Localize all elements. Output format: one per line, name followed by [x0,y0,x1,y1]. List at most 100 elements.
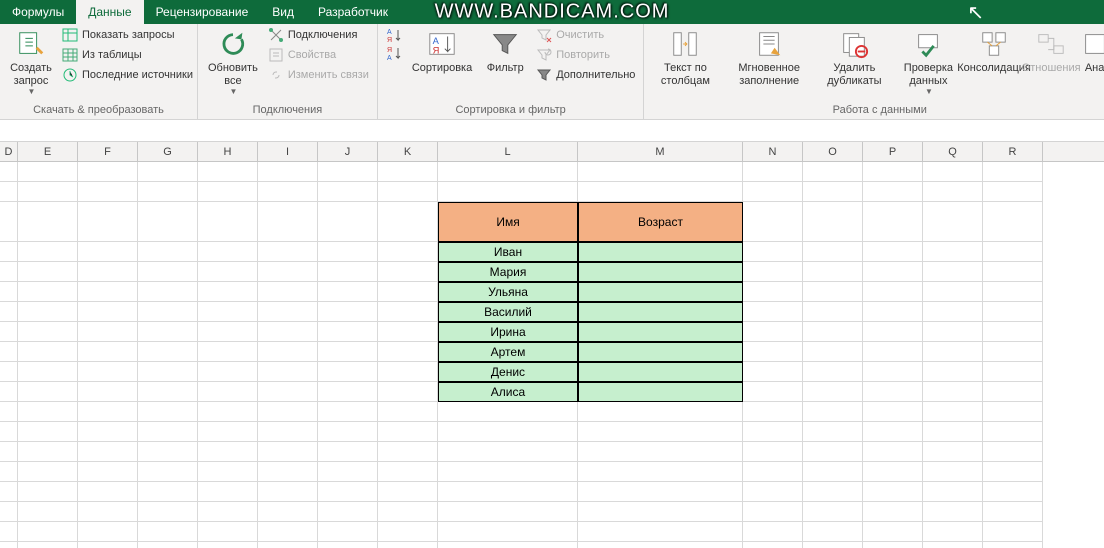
cell[interactable] [743,162,803,182]
cell[interactable] [378,542,438,548]
cell[interactable] [258,542,318,548]
cell[interactable] [18,182,78,202]
cell[interactable] [983,182,1043,202]
cell[interactable] [578,162,743,182]
cell[interactable] [18,282,78,302]
cell[interactable] [378,182,438,202]
cell[interactable] [743,462,803,482]
cell[interactable] [803,162,863,182]
cell[interactable] [0,342,18,362]
cell[interactable] [803,182,863,202]
cell[interactable] [0,302,18,322]
cell[interactable] [438,182,578,202]
cell[interactable] [0,502,18,522]
cell[interactable] [78,202,138,242]
cell[interactable] [743,442,803,462]
cell[interactable] [0,522,18,542]
cell[interactable] [138,322,198,342]
col-header[interactable]: O [803,142,863,161]
remove-duplicates-button[interactable]: Удалить дубликаты [818,26,891,89]
cell[interactable] [803,422,863,442]
cell[interactable] [18,402,78,422]
cell[interactable] [923,502,983,522]
cell[interactable] [743,282,803,302]
reapply-filter-button[interactable]: Повторить [534,46,637,64]
cell[interactable] [198,262,258,282]
cell[interactable] [378,202,438,242]
table-cell-age[interactable] [578,322,743,342]
cell[interactable] [78,402,138,422]
cell[interactable] [318,422,378,442]
cell[interactable] [198,322,258,342]
cell[interactable] [743,402,803,422]
cell[interactable] [743,302,803,322]
recent-sources-button[interactable]: Последние источники [60,66,195,84]
cell[interactable] [803,262,863,282]
cell[interactable] [863,362,923,382]
cell[interactable] [923,202,983,242]
cell[interactable] [198,402,258,422]
cell[interactable] [983,162,1043,182]
cell[interactable] [378,302,438,322]
clear-filter-button[interactable]: Очистить [534,26,637,44]
properties-button[interactable]: Свойства [266,46,371,64]
table-cell-name[interactable]: Иван [438,242,578,262]
cell[interactable] [318,262,378,282]
cell[interactable] [983,282,1043,302]
data-validation-button[interactable]: Проверка данных ▼ [895,26,962,98]
col-header[interactable]: I [258,142,318,161]
cell[interactable] [438,442,578,462]
cell[interactable] [18,542,78,548]
cell[interactable] [318,302,378,322]
cell[interactable] [983,242,1043,262]
cell[interactable] [923,522,983,542]
table-cell-age[interactable] [578,342,743,362]
table-cell-name[interactable]: Ирина [438,322,578,342]
cell[interactable] [578,422,743,442]
cell[interactable] [198,542,258,548]
from-table-button[interactable]: Из таблицы [60,46,195,64]
cell[interactable] [138,522,198,542]
cell[interactable] [0,262,18,282]
cell[interactable] [78,462,138,482]
table-cell-age[interactable] [578,382,743,402]
cell[interactable] [863,522,923,542]
cell[interactable] [138,422,198,442]
cell[interactable] [138,242,198,262]
cell[interactable] [863,262,923,282]
cell[interactable] [863,282,923,302]
tab-data[interactable]: Данные [76,0,143,24]
cell[interactable] [78,342,138,362]
cell[interactable] [378,262,438,282]
col-header[interactable]: D [0,142,18,161]
cell[interactable] [0,442,18,462]
cell[interactable] [983,302,1043,322]
cell[interactable] [138,302,198,322]
cell[interactable] [78,422,138,442]
cell[interactable] [578,462,743,482]
cell[interactable] [18,162,78,182]
cell[interactable] [198,522,258,542]
cell[interactable] [863,342,923,362]
cell[interactable] [923,262,983,282]
cell[interactable] [258,442,318,462]
cell[interactable] [438,162,578,182]
col-header[interactable]: J [318,142,378,161]
cell[interactable] [923,482,983,502]
refresh-all-button[interactable]: Обновить все ▼ [204,26,262,98]
cell[interactable] [378,242,438,262]
cell[interactable] [318,282,378,302]
cell[interactable] [923,382,983,402]
table-header-name[interactable]: Имя [438,202,578,242]
cell[interactable] [198,202,258,242]
text-to-columns-button[interactable]: Текст по столбцам [650,26,720,89]
cell[interactable] [578,442,743,462]
cell[interactable] [923,162,983,182]
cell[interactable] [258,362,318,382]
cell[interactable] [438,502,578,522]
cell[interactable] [138,502,198,522]
cell[interactable] [318,162,378,182]
cell[interactable] [0,382,18,402]
cell[interactable] [743,262,803,282]
cell[interactable] [378,422,438,442]
